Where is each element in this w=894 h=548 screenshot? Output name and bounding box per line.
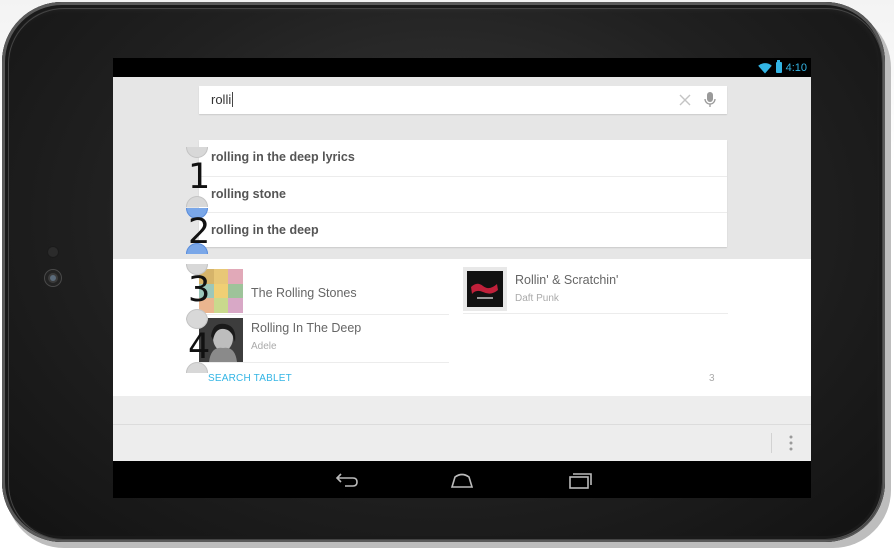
battery-icon [775,60,782,73]
suggestion-text: rolling in the deep [211,223,319,237]
front-camera-icon [45,270,61,286]
results-panel: The Rolling Stones Rollin' & Scratchin' … [113,259,811,396]
microphone-icon[interactable] [703,91,717,109]
daft-punk-album-art [463,267,507,311]
annotation-marker-2: 2 [188,212,211,252]
clear-icon[interactable] [677,92,693,108]
tablet-screen: 4:10 rolli rolling in the deep lyrics ro… [113,58,811,498]
divider [771,433,772,453]
divider [199,314,449,315]
light-sensor [48,247,58,257]
back-icon[interactable] [331,470,359,490]
navigation-bar [113,461,811,498]
search-bar[interactable]: rolli [199,86,727,114]
wifi-icon [757,62,772,73]
divider [113,424,811,425]
home-icon[interactable] [448,470,476,490]
text-caret [232,92,234,107]
suggestion-item[interactable]: rolling stone [199,176,727,212]
result-title: Rolling In The Deep [251,321,362,335]
marker-arc [186,362,208,373]
result-subtitle: Daft Punk [515,293,559,304]
search-panel: rolli rolling in the deep lyrics rolling… [113,77,811,259]
suggestion-item[interactable]: rolling in the deep lyrics [199,140,727,175]
marker-arc [186,196,208,207]
result-item[interactable]: The Rolling Stones [199,269,449,313]
overflow-menu-icon[interactable] [789,434,793,452]
result-title: Rollin' & Scratchin' [515,273,619,287]
result-item[interactable]: Rollin' & Scratchin' Daft Punk [463,267,728,311]
status-bar: 4:10 [113,58,811,77]
divider [463,313,728,314]
search-tablet-button[interactable]: SEARCH TABLET [208,373,292,384]
action-bar [113,396,811,461]
annotation-marker-3: 3 [188,270,211,310]
recent-apps-icon[interactable] [566,470,594,490]
search-input[interactable]: rolli [211,92,234,107]
result-subtitle: Adele [251,341,277,352]
result-title: The Rolling Stones [251,286,357,300]
status-icons: 4:10 [757,60,807,75]
suggestion-item[interactable]: rolling in the deep [199,212,727,248]
search-query: rolli [211,92,232,107]
status-time: 4:10 [785,61,807,74]
suggestion-text: rolling stone [211,187,286,201]
suggestion-list: rolling in the deep lyrics rolling stone… [199,140,727,247]
suggestion-text: rolling in the deep lyrics [211,150,355,164]
result-item[interactable]: Rolling In The Deep Adele [199,318,449,362]
annotation-marker-1: 1 [188,157,211,197]
result-count: 3 [709,373,715,384]
divider [199,362,449,363]
annotation-marker-4: 4 [188,327,211,367]
